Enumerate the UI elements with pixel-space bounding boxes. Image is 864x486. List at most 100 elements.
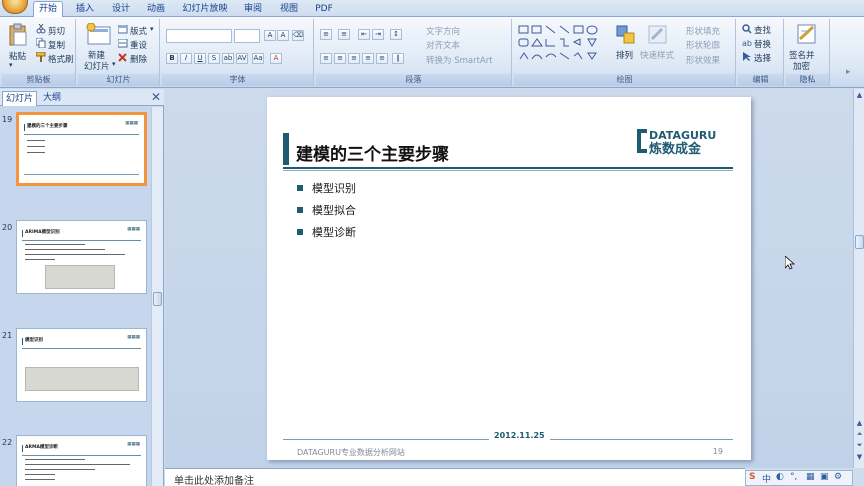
layout-button[interactable]: 版式 bbox=[130, 25, 147, 37]
text-direction-button[interactable]: 文字方向 bbox=[426, 25, 460, 37]
ime-logo-icon[interactable]: S bbox=[749, 472, 755, 482]
arrange-button[interactable]: 排列 bbox=[616, 49, 633, 61]
new-slide-dropdown-icon[interactable]: ▾ bbox=[112, 60, 116, 68]
cut-button[interactable]: 剪切 bbox=[48, 25, 65, 37]
decrease-indent-button[interactable]: ⇤ bbox=[358, 29, 370, 40]
paste-icon[interactable] bbox=[8, 23, 28, 47]
change-case-button[interactable]: Aa bbox=[252, 53, 264, 64]
grow-font-button[interactable]: A bbox=[264, 30, 276, 41]
tab-home[interactable]: 开始 bbox=[33, 1, 63, 18]
underline-button[interactable]: U bbox=[194, 53, 206, 64]
tab-outline[interactable]: 大纲 bbox=[40, 91, 64, 106]
bullets-button[interactable]: ≡ bbox=[320, 29, 332, 40]
align-center-button[interactable]: ≡ bbox=[334, 53, 346, 64]
scroll-up-icon[interactable]: ▲ bbox=[855, 91, 864, 100]
ime-mode-icon[interactable]: 中 bbox=[762, 472, 771, 485]
smartart-button[interactable]: 转换为 SmartArt bbox=[426, 54, 493, 66]
sign-encrypt-icon[interactable] bbox=[796, 23, 818, 45]
find-icon[interactable] bbox=[742, 24, 752, 34]
reset-button[interactable]: 重设 bbox=[130, 39, 147, 51]
tab-review[interactable]: 审阅 bbox=[240, 2, 266, 17]
new-slide-label-2[interactable]: 幻灯片 bbox=[84, 60, 110, 72]
ime-keyboard-icon[interactable]: ▦ bbox=[806, 472, 815, 482]
ime-punct-icon[interactable]: ◐ bbox=[776, 472, 784, 482]
copy-button[interactable]: 复制 bbox=[48, 39, 65, 51]
increase-indent-button[interactable]: ⇥ bbox=[372, 29, 384, 40]
shapes-gallery[interactable] bbox=[518, 25, 606, 69]
tab-slideshow[interactable]: 幻灯片放映 bbox=[180, 2, 230, 17]
quick-styles-button[interactable]: 快速样式 bbox=[640, 49, 674, 61]
notes-placeholder[interactable]: 单击此处添加备注 bbox=[174, 472, 254, 486]
layout-dropdown-icon[interactable]: ▾ bbox=[150, 25, 154, 33]
replace-icon[interactable]: ab bbox=[742, 38, 752, 48]
layout-icon[interactable] bbox=[118, 25, 128, 34]
ribbon-scroll-icon[interactable]: ▸ bbox=[846, 67, 850, 77]
distributed-button[interactable]: ≡ bbox=[376, 53, 388, 64]
scroll-down-icon[interactable]: ▼ bbox=[855, 453, 864, 462]
pane-scrollbar[interactable] bbox=[151, 107, 163, 486]
align-left-button[interactable]: ≡ bbox=[320, 53, 332, 64]
select-button[interactable]: 选择 bbox=[754, 52, 771, 64]
select-icon[interactable] bbox=[742, 52, 752, 62]
bullet-text[interactable]: 模型拟合 bbox=[312, 202, 356, 218]
current-slide[interactable]: 建模的三个主要步骤 DATAGURU 炼数成金 模型识别 模型拟合 模型诊断 2… bbox=[267, 97, 751, 460]
slide-thumbnail-21[interactable]: 模型识别 ▦▦▦ bbox=[16, 328, 147, 402]
line-spacing-button[interactable]: ↕ bbox=[390, 29, 402, 40]
strikethrough-button[interactable]: ab bbox=[222, 53, 234, 64]
font-size-input[interactable] bbox=[234, 29, 260, 43]
pane-scroll-thumb[interactable] bbox=[153, 292, 162, 306]
align-text-button[interactable]: 对齐文本 bbox=[426, 39, 460, 51]
scroll-up-icon[interactable]: ▲ bbox=[855, 419, 864, 428]
font-name-input[interactable] bbox=[166, 29, 232, 43]
spacing-button[interactable]: AV bbox=[236, 53, 248, 64]
ime-settings-icon[interactable]: ⚙ bbox=[834, 472, 842, 482]
new-slide-icon[interactable] bbox=[86, 23, 112, 47]
slide-thumbnail-19[interactable]: 建模的三个主要步骤 ▦▦▦ bbox=[16, 112, 147, 186]
font-color-button[interactable]: A bbox=[270, 53, 282, 64]
align-right-button[interactable]: ≡ bbox=[348, 53, 360, 64]
find-button[interactable]: 查找 bbox=[754, 24, 771, 36]
notes-pane[interactable]: 单击此处添加备注 bbox=[165, 468, 745, 486]
tab-view[interactable]: 视图 bbox=[276, 2, 302, 17]
replace-button[interactable]: 替换 bbox=[754, 38, 771, 50]
office-button[interactable] bbox=[2, 0, 28, 14]
shrink-font-button[interactable]: A bbox=[277, 30, 289, 41]
shadow-button[interactable]: S bbox=[208, 53, 220, 64]
encrypt-label[interactable]: 加密 bbox=[793, 60, 810, 72]
bold-button[interactable]: B bbox=[166, 53, 178, 64]
columns-button[interactable]: ∥ bbox=[392, 53, 404, 64]
slide-scroll-thumb[interactable] bbox=[855, 235, 864, 249]
shape-outline-button[interactable]: 形状轮廓 bbox=[686, 39, 720, 51]
tab-pdf[interactable]: PDF bbox=[312, 2, 336, 17]
scissors-icon[interactable] bbox=[36, 24, 46, 34]
shape-effects-button[interactable]: 形状效果 bbox=[686, 54, 720, 66]
format-painter-icon[interactable] bbox=[36, 52, 46, 62]
delete-button[interactable]: 删除 bbox=[130, 53, 147, 65]
bullet-text[interactable]: 模型诊断 bbox=[312, 224, 356, 240]
tab-animations[interactable]: 动画 bbox=[143, 2, 169, 17]
slide-scrollbar[interactable]: ▲ ▲ ⏶ ⏷ ▼ bbox=[853, 89, 864, 468]
ime-skin-icon[interactable]: ▣ bbox=[820, 472, 829, 482]
tab-design[interactable]: 设计 bbox=[108, 2, 134, 17]
bullet-text[interactable]: 模型识别 bbox=[312, 180, 356, 196]
reset-icon[interactable] bbox=[118, 39, 128, 48]
ime-symbol-icon[interactable]: °, bbox=[790, 472, 797, 482]
previous-slide-icon[interactable]: ⏶ bbox=[855, 430, 864, 439]
slide-thumbnail-22[interactable]: ARMA模型诊断 ▦▦▦ bbox=[16, 435, 147, 486]
next-slide-icon[interactable]: ⏷ bbox=[855, 441, 864, 450]
paste-dropdown-icon[interactable]: ▾ bbox=[9, 61, 13, 69]
delete-icon[interactable] bbox=[118, 53, 128, 62]
tab-insert[interactable]: 插入 bbox=[72, 2, 98, 17]
slide-thumbnail-20[interactable]: ARIMA模型识别 ▦▦▦ bbox=[16, 220, 147, 294]
copy-icon[interactable] bbox=[36, 38, 46, 48]
numbering-button[interactable]: ≡ bbox=[338, 29, 350, 40]
clear-format-button[interactable]: ⌫ bbox=[292, 30, 304, 41]
tab-slides[interactable]: 幻灯片 bbox=[2, 91, 38, 106]
shape-fill-button[interactable]: 形状填充 bbox=[686, 25, 720, 37]
close-icon[interactable]: ✕ bbox=[151, 90, 161, 104]
arrange-icon[interactable] bbox=[616, 25, 636, 45]
quick-styles-icon[interactable] bbox=[648, 25, 668, 45]
format-painter-button[interactable]: 格式刷 bbox=[48, 53, 74, 65]
italic-button[interactable]: I bbox=[180, 53, 192, 64]
slide-title[interactable]: 建模的三个主要步骤 bbox=[296, 140, 449, 165]
